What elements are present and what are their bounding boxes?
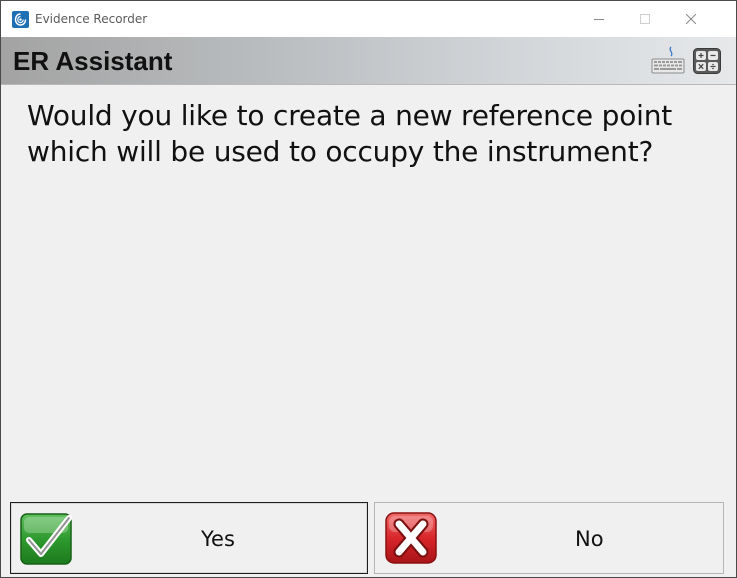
maximize-icon [640, 14, 650, 24]
minimize-button[interactable] [576, 1, 622, 37]
minimize-icon [594, 19, 604, 20]
button-bar: Yes No [1, 500, 736, 577]
yes-label: Yes [201, 527, 235, 551]
dialog-message: Would you like to create a new reference… [27, 98, 717, 170]
evidence-recorder-window: Evidence Recorder ER Assistant Would you… [0, 0, 737, 578]
no-button[interactable]: No [374, 502, 724, 574]
no-label: No [575, 527, 604, 551]
red-x-icon [385, 512, 437, 564]
green-checkmark-icon [20, 513, 72, 565]
app-icon [12, 11, 29, 28]
maximize-button[interactable] [622, 1, 668, 37]
message-line-1: Would you like to create a new reference… [27, 99, 673, 132]
title-bar[interactable]: Evidence Recorder [1, 1, 736, 37]
message-line-2: which will be used to occupy the instrum… [27, 135, 654, 168]
assistant-header: ER Assistant [1, 37, 736, 85]
keyboard-icon[interactable] [651, 45, 685, 75]
close-button[interactable] [668, 1, 714, 37]
calculator-icon[interactable] [693, 48, 721, 74]
window-title: Evidence Recorder [35, 12, 148, 26]
yes-button[interactable]: Yes [10, 502, 368, 574]
close-icon [686, 14, 696, 24]
header-title: ER Assistant [13, 46, 173, 76]
